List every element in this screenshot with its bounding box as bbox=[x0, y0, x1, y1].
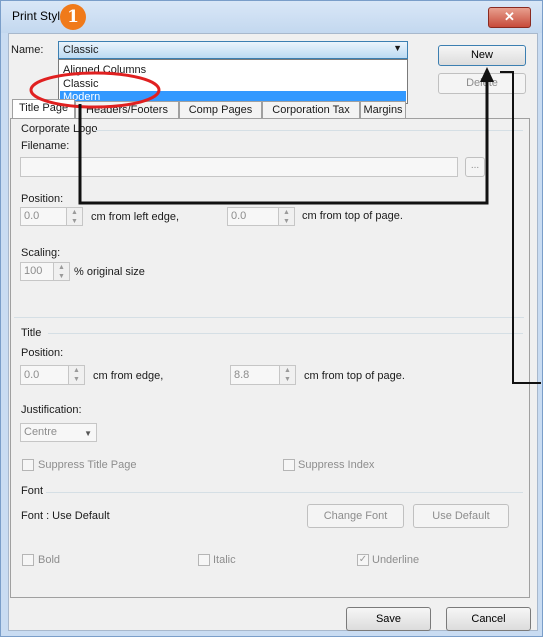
step-number-badge: 1 bbox=[60, 4, 86, 30]
tutorial-annotation-overlay bbox=[29, 67, 541, 384]
highlight-ellipse bbox=[29, 71, 161, 109]
callout-arrowhead bbox=[480, 67, 494, 82]
callout-arrow-line bbox=[78, 80, 489, 205]
callout-bracket-line bbox=[500, 71, 541, 384]
